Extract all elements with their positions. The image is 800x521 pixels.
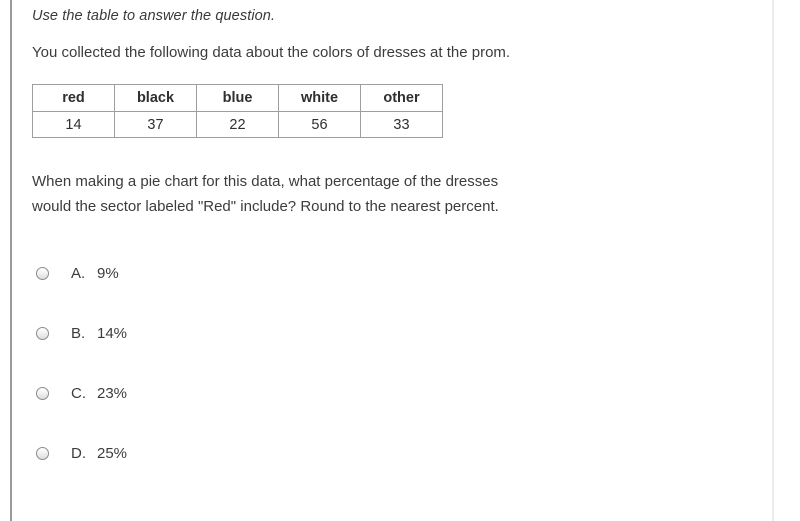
question-page: Use the table to answer the question. Yo… — [0, 0, 800, 521]
option-value-c: 23% — [97, 384, 128, 402]
table-header-cell: other — [360, 84, 443, 112]
table-header-cell: red — [32, 84, 115, 112]
right-margin-rule — [772, 0, 774, 521]
radio-button-icon-c[interactable] — [36, 386, 49, 400]
table-data-cell: 37 — [114, 111, 197, 138]
answer-option-d[interactable]: D. 25% — [32, 423, 732, 483]
question-content: Use the table to answer the question. Yo… — [32, 0, 732, 483]
radio-button-icon-d[interactable] — [36, 446, 49, 460]
option-letter-b: B. — [71, 324, 86, 342]
radio-button-icon-a[interactable] — [36, 266, 49, 280]
table-data-cell: 56 — [278, 111, 361, 138]
table-data-cell: 14 — [32, 111, 115, 138]
table-header-row: red black blue white other — [32, 84, 443, 112]
table-data-cell: 22 — [196, 111, 279, 138]
answer-option-c[interactable]: C. 23% — [32, 363, 732, 423]
table-header-cell: white — [278, 84, 361, 112]
option-value-b: 14% — [97, 324, 128, 342]
option-letter-c: C. — [71, 384, 86, 402]
dress-color-data-table: red black blue white other 14 37 22 56 3… — [32, 84, 443, 138]
table-data-cell: 33 — [360, 111, 443, 138]
radio-button-icon-b[interactable] — [36, 326, 49, 340]
answer-option-a[interactable]: A. 9% — [32, 243, 732, 303]
table-header-cell: blue — [196, 84, 279, 112]
answer-options-list: A. 9% B. 14% C. 23% D. 25% — [32, 219, 732, 483]
option-letter-a: A. — [71, 264, 86, 282]
option-value-a: 9% — [97, 264, 119, 282]
table-row: 14 37 22 56 33 — [32, 111, 443, 138]
intro-text: You collected the following data about t… — [32, 44, 511, 61]
question-text: When making a pie chart for this data, w… — [32, 173, 499, 215]
left-margin-rule — [10, 0, 12, 521]
answer-option-b[interactable]: B. 14% — [32, 303, 732, 363]
instruction-text: Use the table to answer the question. — [32, 8, 276, 24]
option-letter-d: D. — [71, 444, 86, 462]
option-value-d: 25% — [97, 444, 128, 462]
table-header-cell: black — [114, 84, 197, 112]
